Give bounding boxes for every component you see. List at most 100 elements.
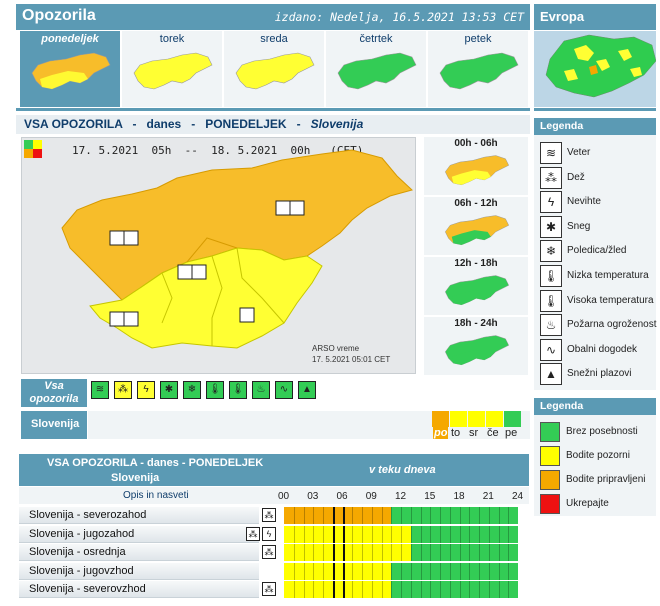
- day-level-swatch[interactable]: [486, 411, 503, 427]
- current-time-marker: [332, 581, 335, 598]
- divider: [16, 108, 530, 111]
- level-legend-label: Bodite pozorni: [566, 450, 630, 461]
- hour-gridline: [508, 544, 510, 561]
- low-temperature-filter-button[interactable]: 🌡: [206, 381, 224, 399]
- snow-filter-button[interactable]: ✱: [160, 381, 178, 399]
- time-slot-label: 00h - 06h: [454, 138, 498, 149]
- hour-gridline: [410, 525, 412, 543]
- table-row[interactable]: Slovenija - severozahod ⁂: [19, 507, 529, 525]
- rain-icon: ⁂: [540, 166, 562, 189]
- time-slot-map: [444, 275, 510, 306]
- time-slot-1[interactable]: 06h - 12h: [424, 197, 528, 255]
- timeline-segment: [410, 525, 518, 543]
- day-tab-4[interactable]: petek: [428, 31, 528, 107]
- hour-gridline: [303, 581, 305, 598]
- hour-gridline: [293, 507, 295, 524]
- hour-gridline: [420, 507, 422, 524]
- all-warnings-button[interactable]: Vsa opozorila: [21, 379, 87, 407]
- hour-gridline: [488, 562, 490, 580]
- wind-filter-button[interactable]: ≋: [91, 381, 109, 399]
- timeline-subtitle: Slovenija: [111, 472, 160, 484]
- time-slot-0[interactable]: 00h - 06h: [424, 137, 528, 195]
- ice-filter-button[interactable]: ❄: [183, 381, 201, 399]
- europe-header[interactable]: Evropa: [534, 4, 656, 30]
- snow-icon: ✱: [540, 215, 562, 238]
- hour-gridline: [420, 562, 422, 580]
- table-row[interactable]: Slovenija - jugovzhod: [19, 562, 529, 581]
- hour-gridline: [440, 507, 441, 524]
- hour-gridline: [313, 507, 315, 524]
- day-selector-label[interactable]: če: [487, 427, 499, 439]
- current-time-marker: [342, 562, 345, 580]
- hour-gridline: [371, 581, 373, 598]
- high-temperature-filter-button[interactable]: 🌡: [229, 381, 247, 399]
- legend-item-label: Visoka temperatura: [567, 294, 654, 306]
- hour-gridline: [303, 544, 305, 561]
- level-swatch: [540, 422, 560, 442]
- day-selector-label[interactable]: to: [451, 427, 460, 439]
- region-name[interactable]: Slovenija - jugovzhod: [19, 562, 259, 580]
- current-time-marker: [342, 525, 345, 543]
- day-tab-0[interactable]: ponedeljek: [20, 31, 120, 107]
- time-slot-2[interactable]: 12h - 18h: [424, 257, 528, 315]
- level-legend-item: Brez posebnosti: [540, 422, 656, 442]
- hour-gridline: [420, 525, 422, 543]
- region-name[interactable]: Slovenija - severozahod: [19, 507, 259, 524]
- region-name[interactable]: Slovenija - severovzhod: [19, 581, 259, 598]
- description-link[interactable]: Opis in nasveti: [123, 490, 189, 501]
- timeline-header: VSA OPOZORILA - danes - PONEDELJEK Slove…: [19, 454, 529, 486]
- day-level-swatch[interactable]: [432, 411, 449, 427]
- hour-gridline: [293, 581, 295, 598]
- hour-gridline: [449, 525, 451, 543]
- day-tab-3[interactable]: četrtek: [326, 31, 426, 107]
- level-legend: Legenda Brez posebnosti Bodite pozorni Bod…: [534, 398, 656, 516]
- rain-icon: ⁂: [262, 508, 276, 522]
- day-selector-label[interactable]: po: [433, 427, 449, 439]
- hour-gridline: [430, 581, 432, 598]
- day-level-swatch[interactable]: [468, 411, 485, 427]
- map-credit: ARSO vreme 17. 5.2021 05:01 CET: [312, 344, 391, 364]
- hour-label: 00: [278, 491, 290, 502]
- hour-gridline: [352, 581, 354, 598]
- table-row[interactable]: Slovenija - severovzhod ⁂: [19, 581, 529, 599]
- thunderstorm-icon: ϟ: [143, 384, 149, 395]
- day-selector-label[interactable]: sr: [469, 427, 478, 439]
- region-name[interactable]: Slovenija - jugozahod: [19, 525, 259, 543]
- day-level-swatch[interactable]: [450, 411, 467, 427]
- table-row[interactable]: Slovenija - jugozahod ⁂ ϟ: [19, 525, 529, 544]
- warning-map[interactable]: 17. 5.2021 05h -- 18. 5.2021 00h (CET) A…: [21, 137, 416, 374]
- wind-icon: ≋: [95, 384, 105, 395]
- avalanche-filter-button[interactable]: ▲: [298, 381, 316, 399]
- hour-gridline: [488, 544, 490, 561]
- coastal-event-icon: ∿: [540, 338, 562, 361]
- day-tab-1[interactable]: torek: [122, 31, 222, 107]
- day-level-swatch[interactable]: [504, 411, 521, 427]
- hour-gridline: [313, 525, 315, 543]
- time-slot-3[interactable]: 18h - 24h: [424, 317, 528, 375]
- hour-gridline: [313, 562, 315, 580]
- time-slot-map: [444, 335, 510, 366]
- legend-item: 🌡 Nizka temperatura: [540, 265, 656, 287]
- slovenia-button[interactable]: Slovenija: [21, 411, 87, 439]
- fire-danger-filter-button[interactable]: ♨: [252, 381, 270, 399]
- coastal-event-filter-button[interactable]: ∿: [275, 381, 293, 399]
- thunderstorm-icon: ϟ: [262, 526, 276, 541]
- region-name[interactable]: Slovenija - osrednja: [19, 544, 259, 561]
- table-row[interactable]: Slovenija - osrednja ⁂: [19, 544, 529, 562]
- thunderstorm-filter-button[interactable]: ϟ: [137, 381, 155, 399]
- hour-gridline: [488, 525, 490, 543]
- hour-gridline: [381, 562, 383, 580]
- hour-gridline: [488, 581, 490, 598]
- day-selector-label[interactable]: pe: [505, 427, 517, 439]
- hour-gridline: [352, 507, 354, 524]
- hour-gridline: [401, 562, 402, 580]
- hour-label: 06: [336, 491, 348, 502]
- hour-gridline: [391, 507, 393, 524]
- hour-gridline: [469, 525, 471, 543]
- legend-item-label: Obalni dogodek: [567, 343, 638, 355]
- day-tab-2[interactable]: sreda: [224, 31, 324, 107]
- fire-danger-icon: ♨: [540, 314, 562, 337]
- hour-gridline: [401, 525, 402, 543]
- rain-filter-button[interactable]: ⁂: [114, 381, 132, 399]
- europe-map-thumbnail[interactable]: [534, 31, 656, 107]
